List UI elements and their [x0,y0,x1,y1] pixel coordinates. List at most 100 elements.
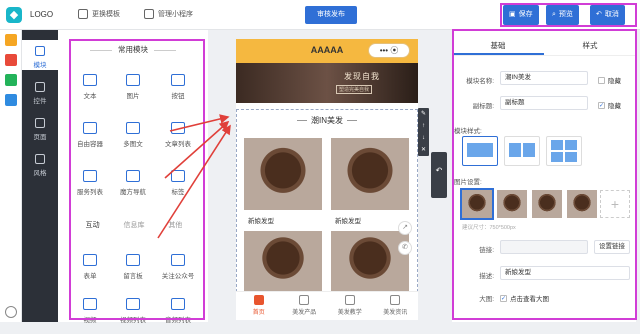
hair-photo[interactable] [244,231,322,291]
tabbar-teaching[interactable]: 美发教学 [327,292,373,320]
subtitle-input[interactable]: 副标题 [500,96,588,110]
style-option-double[interactable] [504,136,540,166]
nav-controls[interactable]: 控件 [22,76,58,106]
module-article-list[interactable]: 文章列表 [158,122,198,158]
change-template-link[interactable]: 更换模板 [78,9,120,19]
checkbox[interactable] [598,76,605,84]
add-image-button[interactable]: + [600,190,630,218]
module-name-input[interactable]: 潮IN美发 [500,71,588,85]
mini-program-icon[interactable] [5,94,17,106]
search-icon: ⌕ [552,11,556,18]
module-free-container[interactable]: 自由容器 [70,122,110,158]
publish-button[interactable]: 审核发布 [305,6,357,24]
tabbar-products[interactable]: 美发产品 [282,292,328,320]
style-option-single[interactable] [462,136,498,166]
preview-label: 预览 [558,11,573,18]
set-link-button[interactable]: 设置链接 [594,240,630,254]
back-button[interactable]: ↶ [431,152,447,198]
banner-image[interactable]: 发现自我 塑造完美自我 [236,63,418,103]
settings-icon[interactable] [5,306,17,318]
cancel-button[interactable]: ↶ 取消 [590,5,625,25]
link-label: 链接: [479,247,494,254]
module-label: 按钮 [171,93,185,100]
image-thumb[interactable] [567,190,597,218]
image-thumb[interactable] [497,190,527,218]
module-message-board[interactable]: 留言板 [113,254,153,290]
module-label: 表单 [83,273,97,280]
preview-button[interactable]: ⌕ 预览 [546,5,579,25]
wechat-icon[interactable] [5,74,17,86]
section-title: 潮IN美发 [236,115,418,126]
module-label: 视频列表 [120,317,146,324]
image-settings-label: 图片设置: [454,179,482,186]
tabbar-news[interactable]: 美发资讯 [373,292,419,320]
module-video-list[interactable]: 视频列表 [113,298,153,334]
module-cube-nav[interactable]: 魔方导航 [113,170,153,206]
image-icon [126,74,140,86]
nav-modules[interactable]: 模块 [22,40,58,70]
tab-style[interactable]: 样式 [544,38,636,55]
plus-icon [35,46,45,56]
module-form[interactable]: 表单 [70,254,110,290]
module-follow[interactable]: 关注公众号 [158,254,198,290]
module-label: 图片 [126,93,140,100]
hair-photo[interactable] [331,138,409,210]
delete-icon[interactable]: ✕ [418,144,429,156]
module-name-hide[interactable]: 隐藏 [598,75,621,85]
share-icon[interactable]: ↗ [398,221,412,235]
weibo-icon[interactable] [5,54,17,66]
capsule-menu[interactable]: ••• ⦿ [368,43,410,58]
save-button[interactable]: ▣ 保存 [503,5,539,25]
style-preview [565,152,577,162]
checkbox-checked[interactable]: ✓ [598,101,605,109]
move-up-icon[interactable]: ↑ [418,120,429,132]
style-preview [551,152,563,162]
image-thumb[interactable] [532,190,562,218]
tabbar-home[interactable]: 首页 [236,292,282,320]
subtitle-hide[interactable]: ✓ 隐藏 [598,100,621,110]
phone-icon[interactable]: ✆ [398,241,412,255]
multi-article-icon [126,122,140,134]
module-service-list[interactable]: 服务列表 [70,170,110,206]
tab-interactive[interactable]: 互动 [72,218,113,234]
image-thumb[interactable] [460,188,494,220]
grid-icon [35,82,45,92]
module-label: 多图文 [123,141,143,148]
section-tools: ✎ ↑ ↓ ✕ [418,108,429,156]
hair-photo[interactable] [331,231,409,291]
style-option-grid[interactable] [546,136,582,166]
star-icon[interactable] [5,34,17,46]
bigimg-checkbox[interactable]: ✓ 点击查看大图 [500,293,549,303]
save-icon: ▣ [509,11,516,18]
article-list-icon [171,122,185,134]
nav-pages[interactable]: 页面 [22,112,58,142]
common-modules-title: 常用模块 [58,44,208,55]
module-video[interactable]: 视频 [70,298,110,334]
tab-other[interactable]: 其他 [155,218,196,234]
nav-style[interactable]: 风格 [22,148,58,178]
move-down-icon[interactable]: ↓ [418,132,429,144]
cancel-label: 取消 [604,11,619,18]
tab-basic[interactable]: 基础 [452,38,544,55]
product-icon [299,295,310,305]
desc-input[interactable]: 新娘发型 [500,266,630,280]
module-button[interactable]: 按钮 [158,74,198,110]
module-tag[interactable]: 标签 [158,170,198,206]
module-label: 视频 [83,317,97,324]
module-multi-article[interactable]: 多图文 [113,122,153,158]
template-icon [78,9,88,19]
link-input[interactable] [500,240,588,254]
button-icon [171,74,185,86]
nav-controls-label: 控件 [33,98,47,105]
module-image[interactable]: 图片 [113,74,153,110]
service-list-icon [83,170,97,182]
checkbox-checked[interactable]: ✓ [500,294,507,302]
side-nav: 模块 控件 页面 风格 [22,30,58,322]
hair-photo[interactable] [244,138,322,210]
module-text[interactable]: 文本 [70,74,110,110]
module-audio-list[interactable]: 音频列表 [158,298,198,334]
tab-info-library[interactable]: 信息库 [113,218,154,234]
manage-program-link[interactable]: 管理小程序 [144,9,193,19]
edit-icon[interactable]: ✎ [418,108,429,120]
phone-tabbar: 首页 美发产品 美发教学 美发资讯 [236,291,418,320]
